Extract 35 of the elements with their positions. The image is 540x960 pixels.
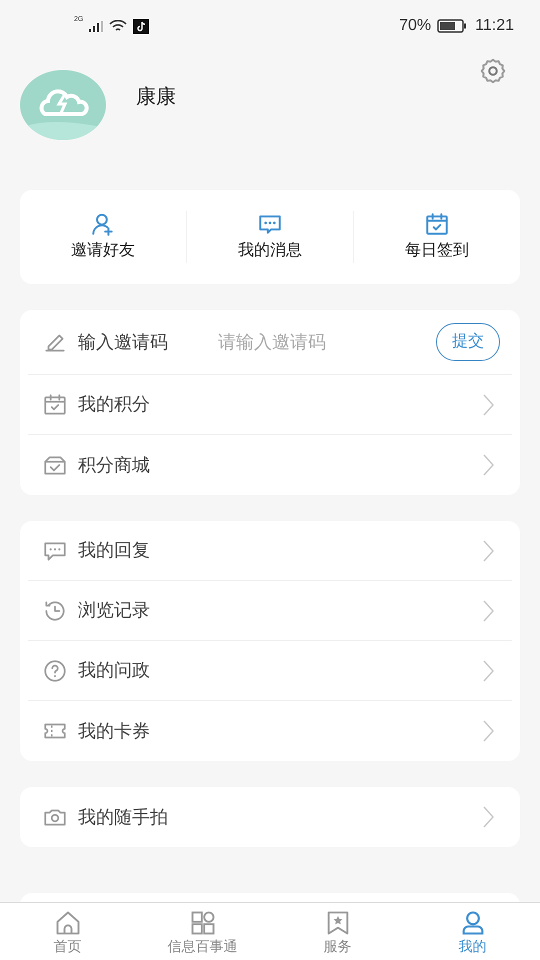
tab[interactable]: 首页 <box>0 903 135 960</box>
calendar-check-icon <box>42 392 68 418</box>
wifi-icon <box>109 20 128 32</box>
chevron-right-icon <box>482 805 494 829</box>
chevron-right-icon <box>482 598 494 622</box>
menu-row[interactable]: 我的回复 <box>28 521 512 581</box>
user-name: 康康 <box>136 85 176 110</box>
chevron-right-icon <box>482 658 494 682</box>
signal-icon <box>89 20 104 32</box>
clock-time: 11:21 <box>475 16 514 36</box>
quick-action[interactable]: 我的消息 <box>187 211 354 263</box>
menu-row[interactable]: 浏览记录 <box>28 581 512 641</box>
quick-action[interactable]: 每日签到 <box>354 211 520 263</box>
quick-action[interactable]: 邀请好友 <box>20 211 187 263</box>
chevron-right-icon <box>482 392 494 416</box>
row-label: 输入邀请码 <box>78 330 169 354</box>
menu-row[interactable]: 我的积分 <box>28 375 512 435</box>
menu-row[interactable]: 我的卡券 <box>28 701 512 761</box>
invite-code-field[interactable]: 请输入邀请码 <box>218 328 388 356</box>
home-icon <box>54 909 82 937</box>
chevron-right-icon <box>482 453 494 477</box>
tab[interactable]: 信息百事通 <box>135 903 270 960</box>
chevron-right-icon <box>482 538 494 562</box>
menu-row[interactable]: 我的随手拍 <box>28 787 512 847</box>
menu-row[interactable]: 积分商城 <box>28 435 512 495</box>
menu-row[interactable]: 我的问政 <box>28 641 512 701</box>
tab[interactable]: 服务 <box>270 903 405 960</box>
grid-icon <box>188 909 216 937</box>
battery-percent: 70% <box>399 16 432 36</box>
battery-icon <box>437 19 468 33</box>
calendar-check-icon <box>424 211 450 237</box>
question-icon <box>42 658 68 684</box>
chevron-right-icon <box>482 719 494 743</box>
music-note-icon <box>133 18 150 34</box>
settings-icon[interactable] <box>478 56 508 86</box>
